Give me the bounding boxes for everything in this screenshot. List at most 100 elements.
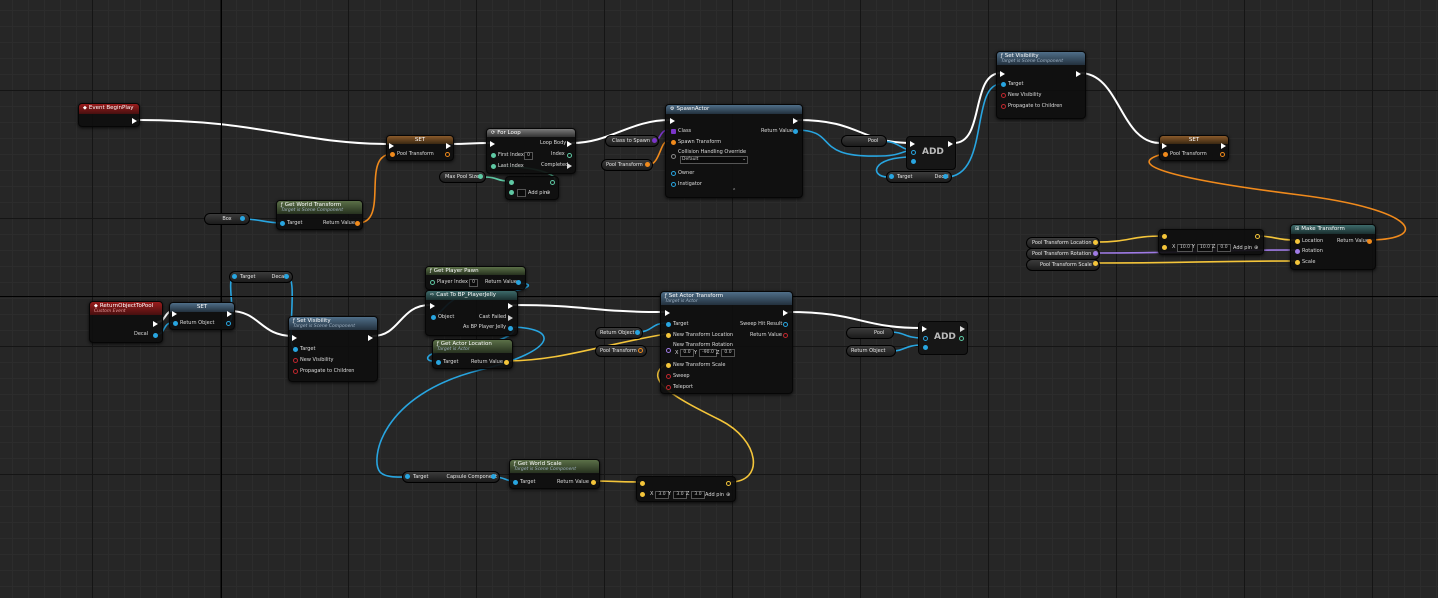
pool-transform-in-pin[interactable] [390,152,395,157]
sweep-hit-pin[interactable] [783,322,788,327]
first-index-field[interactable]: 0 [524,152,533,160]
location-pin[interactable] [1093,240,1098,245]
new-visibility-pin[interactable] [293,358,298,363]
pool-transform-scale-variable[interactable]: Pool Transform Scale [1026,259,1100,271]
return-object-variable[interactable]: Return Object [846,345,896,357]
set-visibility-node[interactable]: ƒ Set Visibility Target is Scene Component… [996,51,1086,119]
return-object-out-pin[interactable] [226,321,231,326]
new-rotation-pin[interactable] [666,348,671,353]
exec-in-pin[interactable] [670,118,675,124]
add-pin-label[interactable]: Add pin [705,492,724,499]
set-actor-transform-node[interactable]: ƒ Set Actor Transform Target is Actor Targ… [660,291,793,394]
new-location-pin[interactable] [666,333,671,338]
exec-out-pin[interactable] [948,141,953,147]
return-value-pin[interactable] [504,360,509,365]
exec-out-pin[interactable] [783,310,788,316]
class-to-spawn-pin[interactable] [652,138,657,143]
vector-multiply-node[interactable]: X 3.0 Y 3.0 Z 3.0 Add pin ⊕ [636,476,736,502]
cast-to-player-jelly-node[interactable]: ⇨ Cast To BP_PlayerJelly Object Cast Fail… [425,290,518,336]
player-index-field[interactable]: 0 [469,279,478,287]
return-value-pin[interactable] [355,221,360,226]
return-object-in-pin[interactable] [173,321,178,326]
target-pin[interactable] [405,474,410,479]
pool-variable[interactable]: Pool [841,135,887,147]
target-pin[interactable] [513,480,518,485]
array-add-node[interactable]: ADD [906,136,956,170]
loop-body-pin[interactable] [567,141,572,147]
teleport-pin[interactable] [666,385,671,390]
spawn-actor-node[interactable]: ⚙ SpawnActor Class Return Value Spawn Tra… [665,104,803,198]
new-scale-pin[interactable] [666,363,671,368]
sweep-pin[interactable] [666,374,671,379]
rotation-x-field[interactable]: 0.0 [680,349,694,357]
target-pin[interactable] [293,347,298,352]
target-pin[interactable] [436,360,441,365]
set-pool-transform-node[interactable]: SET Pool Transform [386,135,454,161]
scale-in-pin[interactable] [1295,260,1300,265]
index-out-pin[interactable] [959,336,964,341]
item-in-pin[interactable] [911,159,916,164]
vector-x-field[interactable]: 10.0 [1177,244,1193,252]
add-pin-icon[interactable]: ⊕ [1254,245,1258,252]
event-begin-play-node[interactable]: ◆ Event BeginPlay [78,103,140,127]
player-index-pin[interactable] [430,280,435,285]
make-transform-node[interactable]: ⊞ Make Transform Location Return Value Ro… [1290,224,1376,270]
exec-out-pin[interactable] [227,311,232,317]
add-pin-label[interactable]: Add pin [1233,245,1252,252]
exec-out-pin[interactable] [1076,71,1081,77]
exec-in-pin[interactable] [292,335,297,341]
vector-add-node[interactable]: X 10.0 Y 10.0 Z 0.0 Add pin ⊕ [1158,229,1264,255]
vector-in-pin-a[interactable] [1162,234,1167,239]
exec-out-pin[interactable] [132,118,137,124]
propagate-pin[interactable] [293,369,298,374]
cast-failed-pin[interactable] [508,315,513,321]
last-index-pin[interactable] [491,164,496,169]
add-pin-icon[interactable]: ⊕ [726,492,730,499]
pool-transform-in-pin[interactable] [1163,152,1168,157]
exec-in-pin[interactable] [1162,143,1167,149]
rotation-y-field[interactable]: -90.0 [699,349,717,357]
exec-out-pin[interactable] [153,321,158,327]
pool-transform-out-pin[interactable] [445,152,450,157]
target-pin[interactable] [666,322,671,327]
box-pin[interactable] [240,216,245,221]
instigator-pin[interactable] [671,182,676,187]
vector-in-pin-a[interactable] [640,481,645,486]
exec-in-pin[interactable] [665,310,670,316]
vector-y-field[interactable]: 10.0 [1197,244,1213,252]
as-player-jelly-pin[interactable] [508,326,513,331]
target-pin[interactable] [232,274,237,279]
exec-in-pin[interactable] [1000,71,1005,77]
vector-in-pin-b[interactable] [1162,245,1167,250]
return-value-pin[interactable] [783,333,788,338]
math-node[interactable]: Add pin ⊕ [505,176,559,200]
set-pool-transform-node[interactable]: SET Pool Transform [1159,135,1229,161]
array-in-pin[interactable] [923,336,928,341]
index-pin[interactable] [567,153,572,158]
get-player-pawn-node[interactable]: ƒ Get Player Pawn Player Index 0 Return V… [425,266,526,290]
return-value-pin[interactable] [793,129,798,134]
add-pin-label[interactable]: Add pin [528,190,547,197]
max-pool-size-pin[interactable] [478,174,483,179]
exec-in-pin[interactable] [430,303,435,309]
return-value-pin[interactable] [516,280,521,285]
pool-variable[interactable]: Pool [846,327,894,339]
exec-in-pin[interactable] [172,311,177,317]
location-in-pin[interactable] [1295,239,1300,244]
collision-pin[interactable] [671,154,676,159]
decal-pin[interactable] [943,174,948,179]
item-in-pin[interactable] [923,345,928,350]
exec-out-pin[interactable] [793,118,798,124]
propagate-pin[interactable] [1001,104,1006,109]
set-visibility-node[interactable]: ƒ Set Visibility Target is Scene Component… [288,316,378,382]
exec-out-pin[interactable] [508,303,513,309]
get-world-scale-node[interactable]: ƒ Get World Scale Target is Scene Componen… [509,459,600,489]
return-object-to-pool-event[interactable]: ◆ ReturnObjectToPool Custom Event Decal [89,301,163,343]
rotation-pin[interactable] [1093,251,1098,256]
target-pin[interactable] [1001,82,1006,87]
spawn-transform-pin[interactable] [671,140,676,145]
target-pin[interactable] [280,221,285,226]
return-value-pin[interactable] [1367,239,1372,244]
class-pin[interactable] [671,129,676,134]
vector-z-field[interactable]: 0.0 [1217,244,1231,252]
